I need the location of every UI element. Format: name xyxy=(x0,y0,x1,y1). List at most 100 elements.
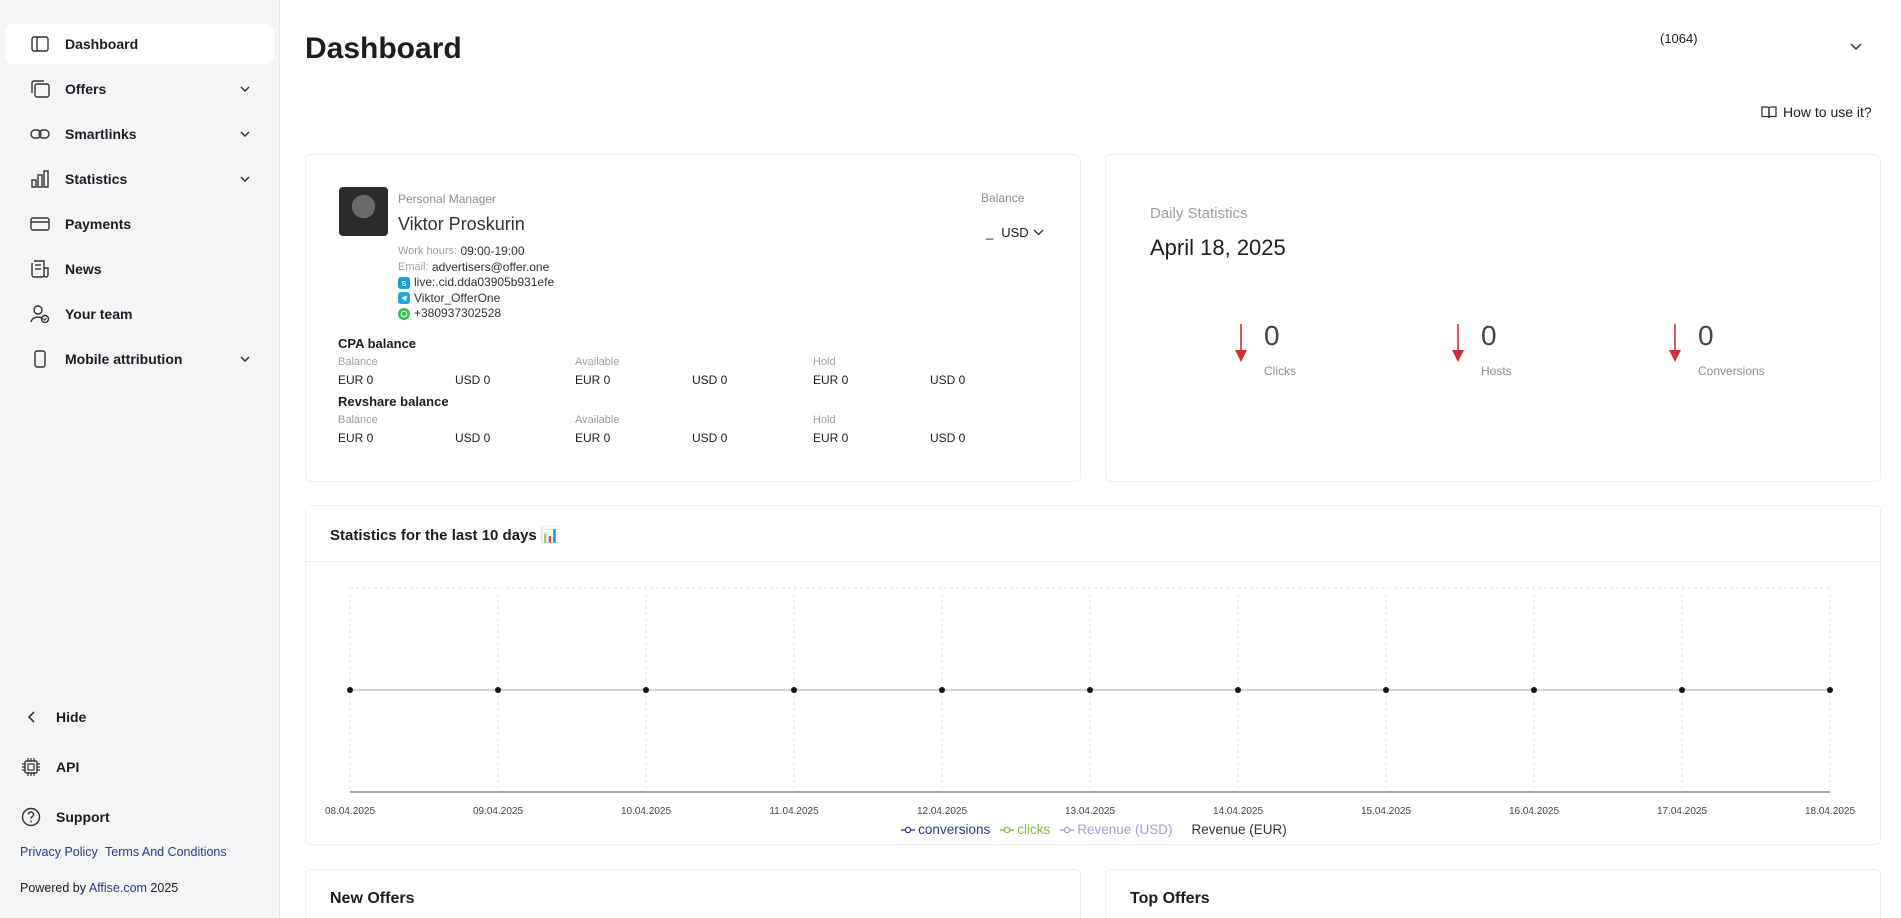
legend-label: clicks xyxy=(1017,822,1051,837)
legend-item[interactable]: Revenue (EUR) xyxy=(1192,822,1287,837)
legend-item[interactable]: Revenue (USD) xyxy=(1060,822,1173,837)
daily-statistics-label: Daily Statistics xyxy=(1150,205,1248,222)
affise-link[interactable]: Affise.com xyxy=(89,881,147,895)
sidebar-nav: Dashboard Offers Smartlinks Statistics P… xyxy=(0,0,279,379)
work-hours-label: Work hours: xyxy=(398,245,458,257)
avatar xyxy=(339,187,388,236)
whatsapp-icon xyxy=(398,307,410,320)
how-to-use-link[interactable]: How to use it? xyxy=(1761,104,1872,120)
statistics-line-chart: 08.04.2025 09.04.2025 10.04.2025 11.04.2025… xyxy=(325,587,1855,817)
hold-header: Hold xyxy=(813,414,836,426)
revshare-hold-usd: USD 0 xyxy=(930,431,966,445)
hold-header: Hold xyxy=(813,356,836,368)
cpa-balance-eur: EUR 0 xyxy=(338,373,374,387)
telegram-row[interactable]: Viktor_OfferOne xyxy=(398,291,554,307)
email-label: Email: xyxy=(398,260,429,273)
work-hours-value: 09:00-19:00 xyxy=(460,244,525,258)
x-tick-label: 12.04.2025 xyxy=(917,806,967,817)
support-label: Support xyxy=(56,809,110,825)
data-point xyxy=(643,687,649,693)
revshare-hold-eur: EUR 0 xyxy=(813,431,849,445)
chevron-left-icon xyxy=(20,706,42,728)
sidebar-item-smartlinks[interactable]: Smartlinks xyxy=(5,114,274,154)
metric-value: 0 xyxy=(1481,320,1497,351)
privacy-policy-link[interactable]: Privacy Policy xyxy=(20,845,98,859)
sidebar-item-news[interactable]: News xyxy=(5,249,274,289)
whatsapp-row[interactable]: +380937302528 xyxy=(398,306,554,322)
svg-text:S: S xyxy=(402,281,407,287)
api-link[interactable]: API xyxy=(0,746,280,788)
sidebar-item-your-team[interactable]: Your team xyxy=(5,294,274,334)
legend-label: Revenue (EUR) xyxy=(1191,822,1287,837)
statistics-chart-card: Statistics for the last 10 days 📊 08.04.… xyxy=(305,505,1881,845)
legend-item[interactable]: clicks xyxy=(1000,822,1050,837)
balance-currency-select[interactable]: _ USD xyxy=(986,225,1044,240)
cpa-hold-usd: USD 0 xyxy=(930,373,966,387)
data-point xyxy=(347,687,353,693)
book-icon xyxy=(1761,105,1777,119)
x-tick-label: 18.04.2025 xyxy=(1805,806,1855,817)
sidebar-item-label: News xyxy=(65,261,102,277)
legend-swatch-icon xyxy=(1000,826,1015,833)
user-menu-chevron-icon[interactable] xyxy=(1850,38,1862,56)
chevron-down-icon xyxy=(238,172,252,186)
skype-row[interactable]: S live:.cid.dda03905b931efe xyxy=(398,275,554,291)
new-offers-title: New Offers xyxy=(330,890,415,907)
available-header: Available xyxy=(575,414,620,426)
revshare-available-eur: EUR 0 xyxy=(575,431,611,445)
balance-currency: USD xyxy=(1001,225,1029,240)
chart-title: Statistics for the last 10 days 📊 xyxy=(306,506,1880,562)
daily-statistics-card: Daily Statistics April 18, 2025 0 Clicks… xyxy=(1105,154,1881,482)
sidebar-item-label: Payments xyxy=(65,216,132,232)
email-row: Email: advertisers@offer.one xyxy=(398,260,554,276)
email-value[interactable]: advertisers@offer.one xyxy=(432,260,549,276)
terms-link[interactable]: Terms And Conditions xyxy=(105,845,227,859)
legend-swatch-icon xyxy=(1060,826,1075,833)
x-tick-label: 08.04.2025 xyxy=(325,806,375,817)
sidebar-bottom: Hide API Support xyxy=(0,696,280,846)
support-link[interactable]: Support xyxy=(0,796,280,838)
manager-label: Personal Manager xyxy=(398,192,497,206)
data-point xyxy=(1679,687,1685,693)
legend-swatch-icon xyxy=(901,826,916,833)
main-content: Dashboard (1064) How to use it? Personal… xyxy=(280,0,1901,918)
metric-label: Clicks xyxy=(1264,364,1296,378)
sidebar-item-label: Offers xyxy=(65,81,107,97)
card-icon xyxy=(29,213,51,235)
balance-label: Balance xyxy=(981,191,1025,205)
data-point xyxy=(1827,687,1833,693)
balance-dash: _ xyxy=(986,225,994,240)
metric-label: Hosts xyxy=(1481,364,1512,378)
skype-value: live:.cid.dda03905b931efe xyxy=(414,275,555,289)
arrow-down-icon xyxy=(1234,324,1248,369)
x-tick-label: 10.04.2025 xyxy=(621,806,671,817)
news-icon xyxy=(29,258,51,280)
help-icon xyxy=(20,806,42,828)
data-point xyxy=(495,687,501,693)
revshare-balance-title: Revshare balance xyxy=(338,394,449,409)
sidebar-item-dashboard[interactable]: Dashboard xyxy=(5,24,274,64)
sidebar-item-mobile-attribution[interactable]: Mobile attribution xyxy=(5,339,274,379)
legend-item[interactable]: conversions xyxy=(901,822,990,837)
new-offers-card: New Offers xyxy=(305,869,1081,918)
api-label: API xyxy=(56,759,80,775)
revshare-balance-usd: USD 0 xyxy=(455,431,491,445)
x-tick-label: 16.04.2025 xyxy=(1509,806,1559,817)
personal-manager-card: Personal Manager Viktor Proskurin Work h… xyxy=(305,154,1081,482)
x-tick-label: 09.04.2025 xyxy=(473,806,523,817)
daily-statistics-date: April 18, 2025 xyxy=(1150,235,1286,260)
sidebar-item-label: Statistics xyxy=(65,171,128,187)
sidebar-item-payments[interactable]: Payments xyxy=(5,204,274,244)
user-id[interactable]: (1064) xyxy=(1660,31,1698,46)
bar-chart-icon xyxy=(29,168,51,190)
how-to-use-label: How to use it? xyxy=(1783,104,1872,120)
data-point xyxy=(1087,687,1093,693)
sidebar-item-offers[interactable]: Offers xyxy=(5,69,274,109)
revshare-balance-grid: Balance Available Hold EUR 0 USD 0 EUR 0… xyxy=(338,414,1058,446)
hide-sidebar-button[interactable]: Hide xyxy=(0,696,280,738)
revshare-balance-eur: EUR 0 xyxy=(338,431,374,445)
hide-label: Hide xyxy=(56,709,87,725)
sidebar-item-statistics[interactable]: Statistics xyxy=(5,159,274,199)
legal-links: Privacy Policy Terms And Conditions xyxy=(20,845,231,859)
arrow-down-icon xyxy=(1668,324,1682,369)
